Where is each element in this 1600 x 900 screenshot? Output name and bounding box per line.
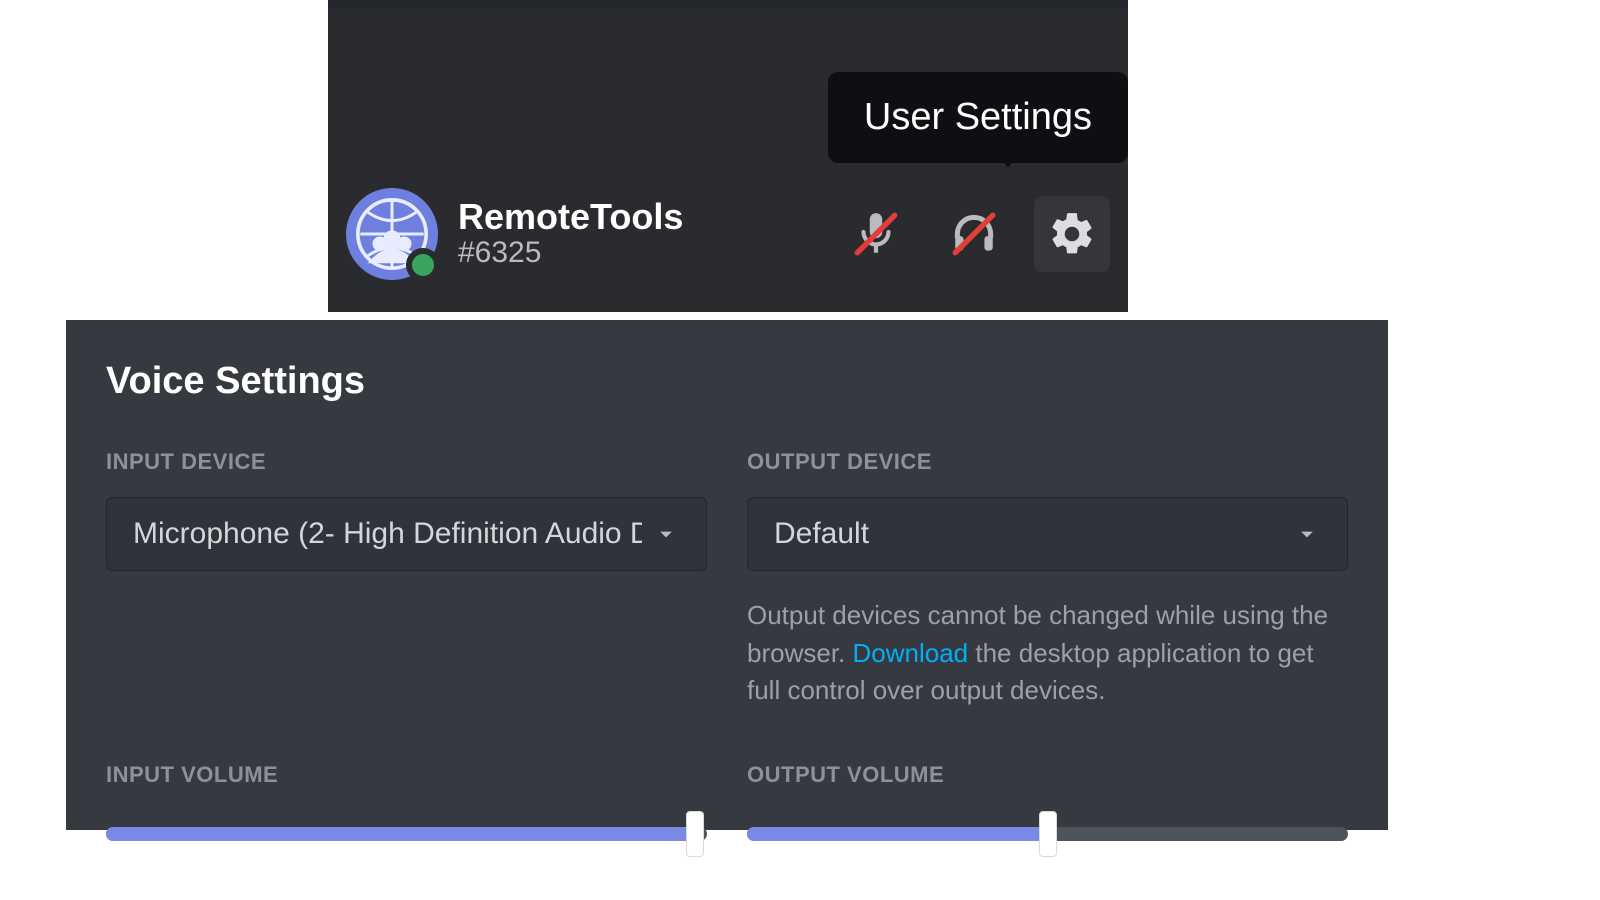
headset-deafened-icon (949, 209, 999, 259)
user-settings-tooltip: User Settings (828, 72, 1128, 163)
output-device-select[interactable]: Default (747, 497, 1348, 571)
user-meta[interactable]: RemoteTools #6325 (458, 198, 683, 270)
slider-fill (747, 827, 1048, 841)
mute-button[interactable] (838, 196, 914, 272)
volume-row: INPUT VOLUME OUTPUT VOLUME (106, 762, 1348, 854)
input-device-value: Microphone (2- High Definition Audio Dev (133, 517, 642, 551)
slider-thumb[interactable] (1039, 811, 1057, 857)
discriminator: #6325 (458, 236, 683, 270)
output-device-hint: Output devices cannot be changed while u… (747, 597, 1348, 710)
input-device-select[interactable]: Microphone (2- High Definition Audio Dev (106, 497, 707, 571)
deafen-button[interactable] (936, 196, 1012, 272)
chevron-down-icon (1293, 520, 1321, 548)
output-volume-label: OUTPUT VOLUME (747, 762, 1348, 788)
gear-icon (1047, 209, 1097, 259)
output-volume-section: OUTPUT VOLUME (747, 762, 1348, 854)
chevron-down-icon (652, 520, 680, 548)
input-volume-label: INPUT VOLUME (106, 762, 707, 788)
user-area: User Settings RemoteTools #6325 (328, 0, 1128, 312)
output-device-label: OUTPUT DEVICE (747, 449, 1348, 475)
status-online-indicator (406, 248, 440, 282)
input-device-label: INPUT DEVICE (106, 449, 707, 475)
slider-fill (106, 827, 695, 841)
output-device-section: OUTPUT DEVICE Default Output devices can… (747, 449, 1348, 710)
avatar[interactable] (346, 188, 438, 280)
page-title: Voice Settings (106, 360, 1348, 403)
output-volume-slider[interactable] (747, 814, 1348, 854)
slider-thumb[interactable] (686, 811, 704, 857)
output-device-value: Default (774, 517, 1283, 551)
voice-settings-panel: Voice Settings INPUT DEVICE Microphone (… (66, 320, 1388, 830)
tooltip-label: User Settings (864, 96, 1092, 138)
download-link[interactable]: Download (853, 638, 969, 668)
input-volume-section: INPUT VOLUME (106, 762, 707, 854)
input-volume-slider[interactable] (106, 814, 707, 854)
user-row: RemoteTools #6325 (346, 174, 1110, 294)
divider (328, 0, 1128, 8)
input-device-section: INPUT DEVICE Microphone (2- High Definit… (106, 449, 707, 710)
microphone-muted-icon (851, 209, 901, 259)
username: RemoteTools (458, 198, 683, 236)
device-row: INPUT DEVICE Microphone (2- High Definit… (106, 449, 1348, 710)
user-settings-button[interactable] (1034, 196, 1110, 272)
user-panel-actions (838, 196, 1110, 272)
